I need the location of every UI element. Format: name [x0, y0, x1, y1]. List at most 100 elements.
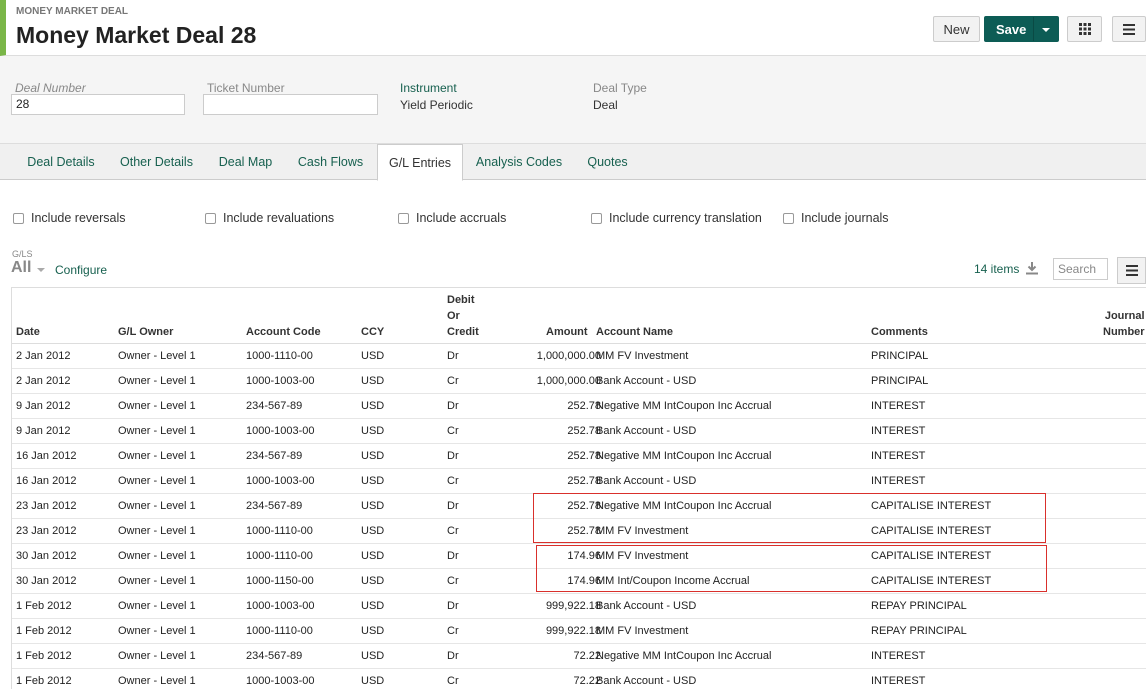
configure-link[interactable]: Configure — [55, 263, 107, 277]
cell-amount: 999,922.18 — [545, 625, 601, 637]
include-reversals-checkbox[interactable]: Include reversals — [13, 210, 126, 226]
cell-comments: CAPITALISE INTEREST — [871, 550, 992, 562]
table-row[interactable]: 2 Jan 2012 Owner - Level 1 1000-1110-00 USD… — [12, 344, 1146, 369]
save-button[interactable]: Save — [984, 16, 1059, 42]
cell-account-code: 1000-1110-00 — [246, 350, 313, 362]
cell-ccy: USD — [361, 550, 385, 562]
cell-gl-owner: Owner - Level 1 — [118, 625, 196, 637]
col-header-account-code[interactable]: Account Code — [246, 324, 321, 340]
cell-account-code: 1000-1110-00 — [246, 525, 313, 537]
table-row[interactable]: 23 Jan 2012 Owner - Level 1 1000-1110-00 US… — [12, 519, 1146, 544]
table-row[interactable]: 9 Jan 2012 Owner - Level 1 234-567-89 USD Dr… — [12, 394, 1146, 419]
table-row[interactable]: 30 Jan 2012 Owner - Level 1 1000-1150-00 US… — [12, 569, 1146, 594]
cell-debit-credit: Cr — [447, 475, 459, 487]
cell-gl-owner: Owner - Level 1 — [118, 375, 196, 387]
cell-debit-credit: Cr — [447, 625, 459, 637]
checkbox-box[interactable] — [783, 212, 794, 224]
tab-other-details[interactable]: Other Details — [108, 144, 205, 180]
cell-gl-owner: Owner - Level 1 — [118, 550, 196, 562]
cell-account-code: 234-567-89 — [246, 400, 303, 412]
cell-date: 2 Jan 2012 — [16, 375, 71, 387]
cell-gl-owner: Owner - Level 1 — [118, 425, 196, 437]
cell-account-code: 1000-1110-00 — [246, 550, 313, 562]
col-header-debit-line: Debit — [447, 294, 475, 306]
cell-comments: INTEREST — [871, 675, 926, 687]
checkbox-box[interactable] — [13, 212, 24, 224]
table-row[interactable]: 2 Jan 2012 Owner - Level 1 1000-1003-00 USD… — [12, 369, 1146, 394]
cell-account-code: 234-567-89 — [246, 450, 303, 462]
table-row[interactable]: 16 Jan 2012 Owner - Level 1 1000-1003-00 US… — [12, 469, 1146, 494]
cell-date: 23 Jan 2012 — [16, 525, 77, 537]
cell-date: 1 Feb 2012 — [16, 650, 72, 662]
col-header-ccy[interactable]: CCY — [361, 324, 384, 340]
cell-gl-owner: Owner - Level 1 — [118, 450, 196, 462]
checkbox-box[interactable] — [398, 212, 409, 224]
cell-account-code: 1000-1003-00 — [246, 375, 315, 387]
ticket-number-label: Ticket Number — [207, 81, 285, 95]
cell-ccy: USD — [361, 500, 385, 512]
cell-debit-credit: Dr — [447, 400, 459, 412]
include-journals-checkbox[interactable]: Include journals — [783, 210, 889, 226]
cell-date: 1 Feb 2012 — [16, 600, 72, 612]
cell-debit-credit: Cr — [447, 525, 459, 537]
col-header-journal-line: Journal — [1104, 310, 1145, 322]
col-header-credit-line: Credit — [447, 326, 479, 338]
col-header-account-name[interactable]: Account Name — [596, 324, 673, 340]
table-row[interactable]: 1 Feb 2012 Owner - Level 1 1000-1110-00 USD… — [12, 619, 1146, 644]
instrument-label[interactable]: Instrument — [400, 81, 457, 95]
tab-gl-entries[interactable]: G/L Entries — [377, 144, 463, 181]
cell-comments: CAPITALISE INTEREST — [871, 575, 992, 587]
cell-comments: INTEREST — [871, 450, 926, 462]
page-menu-button[interactable] — [1112, 16, 1146, 42]
items-count: 14 items — [974, 262, 1020, 276]
save-split-divider — [1033, 17, 1034, 41]
table-row[interactable]: 1 Feb 2012 Owner - Level 1 1000-1003-00 USD… — [12, 669, 1146, 689]
col-header-gl-owner[interactable]: G/L Owner — [118, 324, 173, 340]
new-button[interactable]: New — [933, 16, 980, 42]
cell-ccy: USD — [361, 375, 385, 387]
table-row[interactable]: 16 Jan 2012 Owner - Level 1 234-567-89 USD D… — [12, 444, 1146, 469]
cell-debit-credit: Dr — [447, 500, 459, 512]
search-input[interactable]: Search — [1053, 258, 1108, 280]
include-accruals-checkbox[interactable]: Include accruals — [398, 210, 506, 226]
gls-filter-dropdown[interactable]: All — [11, 259, 31, 277]
table-row[interactable]: 23 Jan 2012 Owner - Level 1 234-567-89 USD D… — [12, 494, 1146, 519]
chevron-down-icon[interactable] — [37, 268, 45, 272]
checkbox-box[interactable] — [205, 212, 216, 224]
tab-bar: Deal Details Other Details Deal Map Cash… — [0, 143, 1146, 181]
col-header-journal-number[interactable]: Journal Number — [1103, 308, 1145, 340]
cell-comments: CAPITALISE INTEREST — [871, 500, 992, 512]
cell-ccy: USD — [361, 600, 385, 612]
table-row[interactable]: 1 Feb 2012 Owner - Level 1 234-567-89 USD Dr… — [12, 644, 1146, 669]
cell-account-code: 1000-1003-00 — [246, 425, 315, 437]
table-row[interactable]: 9 Jan 2012 Owner - Level 1 1000-1003-00 USD… — [12, 419, 1146, 444]
cell-comments: REPAY PRINCIPAL — [871, 625, 967, 637]
deal-number-field[interactable]: 28 — [11, 94, 185, 115]
cell-date: 23 Jan 2012 — [16, 500, 77, 512]
col-header-amount[interactable]: Amount — [546, 324, 588, 340]
tab-deal-map[interactable]: Deal Map — [206, 144, 285, 180]
save-dropdown-chevron-icon[interactable] — [1042, 28, 1050, 32]
cell-comments: REPAY PRINCIPAL — [871, 600, 967, 612]
tab-cash-flows[interactable]: Cash Flows — [286, 144, 375, 180]
deal-fields-panel: Deal Number 28 Ticket Number Instrument … — [0, 56, 1146, 143]
col-header-date[interactable]: Date — [16, 324, 40, 340]
tab-quotes[interactable]: Quotes — [575, 144, 640, 180]
include-currency-translation-checkbox[interactable]: Include currency translation — [591, 210, 762, 226]
table-row[interactable]: 1 Feb 2012 Owner - Level 1 1000-1003-00 USD… — [12, 594, 1146, 619]
tab-deal-details[interactable]: Deal Details — [15, 144, 107, 180]
table-menu-button[interactable] — [1117, 257, 1146, 284]
cell-gl-owner: Owner - Level 1 — [118, 675, 196, 687]
cell-comments: CAPITALISE INTEREST — [871, 525, 992, 537]
ticket-number-field[interactable] — [203, 94, 378, 115]
col-header-debit-or-credit[interactable]: Debit Or Credit — [447, 292, 479, 340]
col-header-comments[interactable]: Comments — [871, 324, 928, 340]
tab-analysis-codes[interactable]: Analysis Codes — [464, 144, 574, 180]
table-row[interactable]: 30 Jan 2012 Owner - Level 1 1000-1110-00 US… — [12, 544, 1146, 569]
col-header-number-line: Number — [1103, 326, 1145, 338]
download-icon[interactable] — [1025, 261, 1039, 275]
cell-ccy: USD — [361, 450, 385, 462]
layout-grid-button[interactable] — [1067, 16, 1102, 42]
include-revaluations-checkbox[interactable]: Include revaluations — [205, 210, 334, 226]
checkbox-box[interactable] — [591, 212, 602, 224]
